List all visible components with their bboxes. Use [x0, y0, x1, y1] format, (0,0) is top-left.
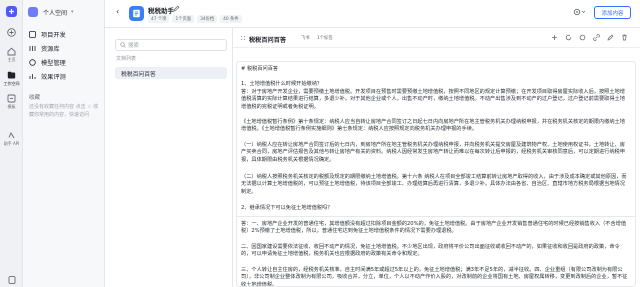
rail-workspace[interactable]: 工作空间: [3, 71, 20, 87]
gear-icon: [573, 8, 586, 16]
doc-question: 2、继承情况下可以免征土地增值税吗？: [241, 205, 333, 211]
sidebar-item-eval[interactable]: 效果评测: [29, 71, 101, 82]
doc-tag: 1个标签: [317, 36, 333, 41]
rail-bottom[interactable]: [3, 276, 20, 284]
rail-api-label: 助手 API: [3, 141, 20, 146]
doc-paragraph: 答：一、房地产企业开发的普通住宅，其增值额没有超过扣除项目金额的20%的，免征土…: [241, 221, 627, 235]
rail-logo[interactable]: [3, 6, 20, 17]
header: ‹ 税税助手 47 个项 1个页面 34份档 40 条件 添加内容: [105, 0, 640, 28]
doc-paragraph: （一）纳税人应在转让房地产合同签订后的七日内，到房地产所在地主管税务机关办理纳税…: [241, 142, 625, 163]
divider: [237, 216, 635, 217]
doc-paragraph: （二）纳税人按照税务机关核定的税额及规定的期限缴纳土地增值税。第十六条 纳税人在…: [241, 174, 627, 195]
rail-home-label: 主页: [7, 57, 16, 62]
meta-badge: 40 条件: [220, 15, 242, 23]
list-label: 文档列表: [116, 56, 137, 62]
favorites-empty-text: 还没有收藏任何内容 点击 ☆ 收藏你常用的内容，快速访问: [29, 104, 99, 118]
rail-templates-label: 模板: [7, 104, 16, 109]
sidebar-item-models[interactable]: 模型管理: [29, 57, 101, 68]
chevron-down-icon: ▾: [71, 9, 74, 15]
search-icon: [120, 42, 126, 48]
page-title: 税税助手: [148, 7, 174, 15]
drag-handle-icon[interactable]: [240, 35, 246, 41]
file-list-item[interactable]: 税税百问百答: [115, 67, 227, 79]
doc-paragraph: 三、个人转让自主住房的，经税务机关核准，自主时间满5年或超过5年以上的，免征土地…: [241, 267, 628, 287]
doc-actions: [551, 34, 628, 41]
settings-icon: [7, 94, 16, 103]
sidebar-item-label: 效果评测: [41, 74, 66, 81]
search-box: [115, 39, 227, 51]
meta-badge: 47 个项: [148, 15, 170, 23]
document-content: # 税税百问百答 1、土地增值税什么时候开始缴纳？ 答：对于房地产开发企业，需要…: [236, 61, 636, 287]
favorites-heading: 收藏: [29, 95, 41, 101]
refresh-icon[interactable]: [565, 34, 572, 41]
doc-tag: 飞书: [301, 36, 310, 41]
rail-new[interactable]: [3, 28, 20, 37]
new-icon: [7, 28, 16, 37]
meta-badges: 47 个项 1个页面 34份档 40 条件: [148, 15, 242, 23]
back-arrow-icon[interactable]: ‹: [116, 7, 119, 16]
link-icon[interactable]: [593, 34, 600, 41]
doc-heading: # 税税百问百答: [241, 66, 279, 72]
project-icon: [29, 31, 36, 38]
search-input[interactable]: [128, 41, 224, 50]
split-icon[interactable]: [551, 34, 558, 41]
icon-rail: 主页 工作空间 模板 助手 API: [0, 0, 23, 287]
sidebar: 个人空间 ▾ 项目开发 资源库 模型管理 效果评测 收藏 还没有收藏任何内容 点…: [23, 0, 105, 287]
meta-badge: 1个页面: [172, 15, 195, 23]
doc-toolbar: 税税百问百答 飞书 1个标签: [233, 28, 640, 48]
doc-paragraph: 答：对于房地产开发企业，需要预缴土地增值税。开发项目在预售时需要预缴土地增值税，…: [241, 89, 625, 110]
doc-title: 税税百问百答: [249, 37, 287, 44]
rail-templates[interactable]: 模板: [3, 94, 20, 110]
delete-icon[interactable]: [621, 34, 628, 41]
doc-question: 1、土地增值税什么时候开始缴纳？: [241, 81, 323, 87]
rail-home[interactable]: 主页: [3, 47, 20, 63]
settings-icon[interactable]: [579, 34, 586, 41]
rail-workspace-label: 工作空间: [3, 81, 20, 86]
workspace-avatar: [28, 7, 38, 17]
workspace-name: 个人空间: [43, 9, 68, 17]
doc-paragraph: 《土地增值税暂行条例》第十条规定：纳税人应当自转让房地产合同签订之日起七日内向房…: [241, 119, 625, 133]
chart-icon: [29, 74, 36, 79]
chat-icon: [8, 132, 15, 139]
logo-icon: [6, 6, 17, 17]
settings-button[interactable]: [573, 8, 586, 18]
sidebar-item-dev[interactable]: 项目开发: [29, 29, 101, 40]
rail-api[interactable]: 助手 API: [3, 131, 20, 147]
add-content-button[interactable]: 添加内容: [594, 6, 631, 19]
sidebar-item-label: 模型管理: [41, 60, 66, 67]
sidebar-item-label: 资源库: [41, 46, 60, 53]
file-icon: [8, 276, 15, 284]
sidebar-item-label: 项目开发: [41, 32, 66, 39]
library-icon: [29, 46, 36, 51]
edit-icon[interactable]: [607, 34, 614, 41]
doc-paragraph: 二、因国家建设需要依法征收、收回不动产的情况，免征土地增值税。不少地区出现，政府…: [241, 244, 620, 258]
workspace-icon: [7, 71, 16, 79]
app-icon: [129, 6, 144, 21]
meta-badge: 34份档: [197, 15, 218, 23]
edit-icon[interactable]: [173, 5, 180, 12]
workspace-switcher[interactable]: 个人空间 ▾: [28, 6, 100, 18]
sidebar-item-resources[interactable]: 资源库: [29, 43, 101, 54]
file-list-panel: 文档列表 税税百问百答: [105, 28, 233, 287]
document-panel: 税税百问百答 飞书 1个标签 # 税税百问百答 1、土地增值税什么时候开始缴纳？…: [233, 28, 640, 287]
home-icon: [7, 47, 16, 56]
model-icon: [29, 59, 36, 66]
